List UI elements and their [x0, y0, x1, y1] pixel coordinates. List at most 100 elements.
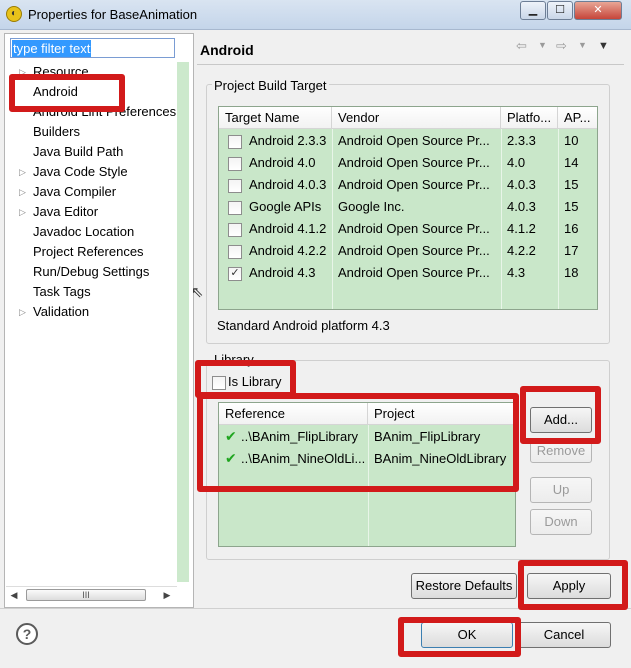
minimize-button[interactable]: ▁ [520, 1, 546, 20]
help-icon[interactable]: ? [16, 623, 38, 645]
target-platform: 4.0.3 [507, 199, 536, 214]
build-target-table[interactable]: Target Name Vendor Platfo... AP... Andro… [218, 106, 598, 310]
column-api[interactable]: AP... [558, 107, 597, 129]
expand-arrow-icon[interactable]: ▷ [19, 182, 29, 202]
cancel-button[interactable]: Cancel [517, 622, 611, 648]
check-icon: ✔ [225, 428, 237, 444]
down-button[interactable]: Down [530, 509, 592, 535]
platform-description: Standard Android platform 4.3 [217, 318, 390, 333]
library-reference: ..\BAnim_NineOldLi... [241, 451, 366, 466]
navigation-arrows[interactable]: ⇦ ▼ ⇨ ▼ ▼ [516, 38, 614, 58]
library-project: BAnim_NineOldLibrary [374, 451, 507, 466]
scroll-left-icon[interactable]: ◀ [8, 588, 20, 602]
maximize-button[interactable]: ☐ [547, 1, 573, 20]
check-icon: ✔ [225, 450, 237, 466]
table-row[interactable]: ✔ ..\BAnim_NineOldLi... BAnim_NineOldLib… [219, 448, 515, 470]
target-api: 18 [564, 265, 579, 280]
target-checkbox[interactable] [228, 135, 242, 149]
target-vendor: Android Open Source Pr... [338, 265, 490, 280]
footer-divider [0, 608, 631, 609]
page-title: Android [200, 42, 254, 58]
target-vendor: Android Open Source Pr... [338, 221, 490, 236]
target-api: 17 [564, 243, 579, 258]
target-checkbox[interactable] [228, 157, 242, 171]
target-name: Android 4.1.2 [249, 221, 327, 236]
target-name: Android 4.3 [249, 265, 316, 280]
target-name: Android 4.0 [249, 155, 316, 170]
preferences-tree: ▷ Resource Android Android Lint Preferen… [19, 62, 179, 392]
is-library-label: Is Library [228, 374, 282, 389]
target-name: Android 2.3.3 [249, 133, 327, 148]
column-platform[interactable]: Platfo... [501, 107, 558, 129]
table-row[interactable]: Android 4.1.2 Android Open Source Pr... … [219, 218, 597, 240]
target-platform: 4.1.2 [507, 221, 536, 236]
expand-arrow-icon[interactable]: ▷ [19, 202, 29, 222]
view-menu-icon[interactable]: ▼ [598, 40, 609, 52]
expand-arrow-icon[interactable]: ▷ [19, 62, 29, 82]
sidebar-vertical-scrollbar[interactable] [177, 62, 189, 582]
filter-text[interactable]: type filter text [12, 40, 92, 57]
target-name: Google APIs [249, 199, 322, 214]
scroll-thumb[interactable]: III [26, 589, 146, 601]
target-api: 10 [564, 133, 579, 148]
scroll-right-icon[interactable]: ▶ [161, 588, 173, 602]
library-title: Library [212, 352, 256, 367]
target-platform: 4.2.2 [507, 243, 536, 258]
target-checkbox-checked[interactable]: ✓ [228, 267, 242, 281]
build-target-title: Project Build Target [212, 78, 329, 93]
restore-defaults-button[interactable]: Restore Defaults [411, 573, 517, 599]
forward-dropdown-icon[interactable]: ▼ [578, 40, 587, 50]
expand-arrow-icon[interactable]: ▷ [19, 162, 29, 182]
column-target-name[interactable]: Target Name [219, 107, 332, 129]
library-reference-table[interactable]: Reference Project ✔ ..\BAnim_FlipLibrary… [218, 402, 516, 547]
remove-library-button[interactable]: Remove [530, 439, 592, 463]
apply-button[interactable]: Apply [527, 573, 611, 599]
target-platform: 4.0 [507, 155, 526, 170]
target-platform: 4.3 [507, 265, 526, 280]
column-reference[interactable]: Reference [219, 403, 368, 425]
target-name: Android 4.0.3 [249, 177, 327, 192]
table-row[interactable]: Google APIs Google Inc. 4.0.3 15 [219, 196, 597, 218]
eclipse-icon: ◐ [6, 6, 22, 22]
target-checkbox[interactable] [228, 201, 242, 215]
table-row[interactable]: ✔ ..\BAnim_FlipLibrary BAnim_FlipLibrary [219, 426, 515, 448]
expand-arrow-icon[interactable]: ▷ [19, 302, 29, 322]
up-button[interactable]: Up [530, 477, 592, 503]
target-api: 16 [564, 221, 579, 236]
table-row[interactable]: Android 4.2.2 Android Open Source Pr... … [219, 240, 597, 262]
library-reference: ..\BAnim_FlipLibrary [241, 429, 359, 444]
table-row[interactable]: Android 4.0.3 Android Open Source Pr... … [219, 174, 597, 196]
back-dropdown-icon[interactable]: ▼ [538, 40, 547, 50]
target-vendor: Android Open Source Pr... [338, 177, 490, 192]
target-vendor: Android Open Source Pr... [338, 243, 490, 258]
forward-arrow-icon[interactable]: ⇨ [556, 38, 567, 54]
target-api: 15 [564, 177, 579, 192]
header-divider [197, 64, 624, 65]
target-api: 14 [564, 155, 579, 170]
back-arrow-icon[interactable]: ⇦ [516, 38, 527, 54]
is-library-box[interactable] [212, 376, 226, 390]
target-name: Android 4.2.2 [249, 243, 327, 258]
target-vendor: Android Open Source Pr... [338, 133, 490, 148]
target-api: 15 [564, 199, 579, 214]
table-row[interactable]: Android 4.0 Android Open Source Pr... 4.… [219, 152, 597, 174]
table-row[interactable]: ✓ Android 4.3 Android Open Source Pr... … [219, 262, 597, 284]
target-vendor: Android Open Source Pr... [338, 155, 490, 170]
target-platform: 4.0.3 [507, 177, 536, 192]
column-vendor[interactable]: Vendor [332, 107, 501, 129]
target-platform: 2.3.3 [507, 133, 536, 148]
title-bar[interactable]: ◐ Properties for BaseAnimation ▁ ☐ ✕ [0, 0, 631, 30]
target-vendor: Google Inc. [338, 199, 405, 214]
library-project: BAnim_FlipLibrary [374, 429, 481, 444]
mouse-cursor-icon: ⇖ [191, 284, 204, 301]
target-checkbox[interactable] [228, 223, 242, 237]
add-library-button[interactable]: Add... [530, 407, 592, 433]
table-row[interactable]: Android 2.3.3 Android Open Source Pr... … [219, 130, 597, 152]
target-checkbox[interactable] [228, 245, 242, 259]
target-checkbox[interactable] [228, 179, 242, 193]
ok-button[interactable]: OK [421, 622, 513, 648]
filter-input[interactable]: type filter text [10, 38, 175, 58]
column-project[interactable]: Project [368, 403, 515, 425]
sidebar-horizontal-scrollbar[interactable]: ◀ III ▶ [6, 586, 177, 603]
close-button[interactable]: ✕ [574, 1, 622, 20]
